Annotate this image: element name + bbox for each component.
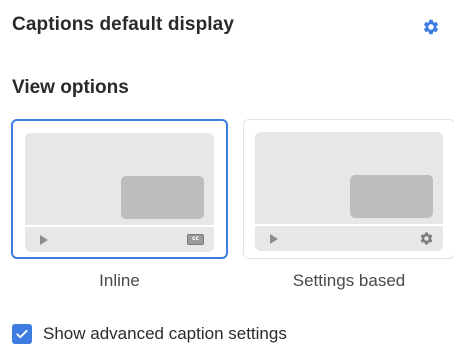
video-preview	[255, 132, 443, 224]
inline-option-label: Inline	[99, 271, 140, 290]
settings-based-option-label: Settings based	[292, 271, 406, 290]
settings-based-option-card[interactable]	[243, 119, 454, 259]
caption-placeholder	[350, 175, 433, 218]
gear-icon[interactable]	[421, 17, 441, 37]
player-controls-bar	[255, 224, 443, 251]
captions-settings-panel: Captions default display View options cc	[0, 0, 454, 351]
closed-captions-icon: cc	[187, 234, 204, 245]
inline-option-card[interactable]: cc	[11, 119, 228, 259]
panel-title: Captions default display	[12, 14, 234, 35]
advanced-settings-checkbox[interactable]	[12, 324, 32, 344]
player-controls-bar: cc	[25, 225, 214, 252]
play-icon	[40, 235, 48, 245]
checkmark-icon	[16, 329, 28, 339]
advanced-caption-settings-toggle[interactable]: Show advanced caption settings	[12, 324, 287, 344]
advanced-settings-label: Show advanced caption settings	[43, 324, 287, 343]
video-preview	[25, 133, 214, 225]
view-options-title: View options	[12, 77, 129, 98]
play-icon	[270, 234, 278, 244]
caption-placeholder	[121, 176, 204, 219]
gear-icon	[419, 231, 434, 246]
